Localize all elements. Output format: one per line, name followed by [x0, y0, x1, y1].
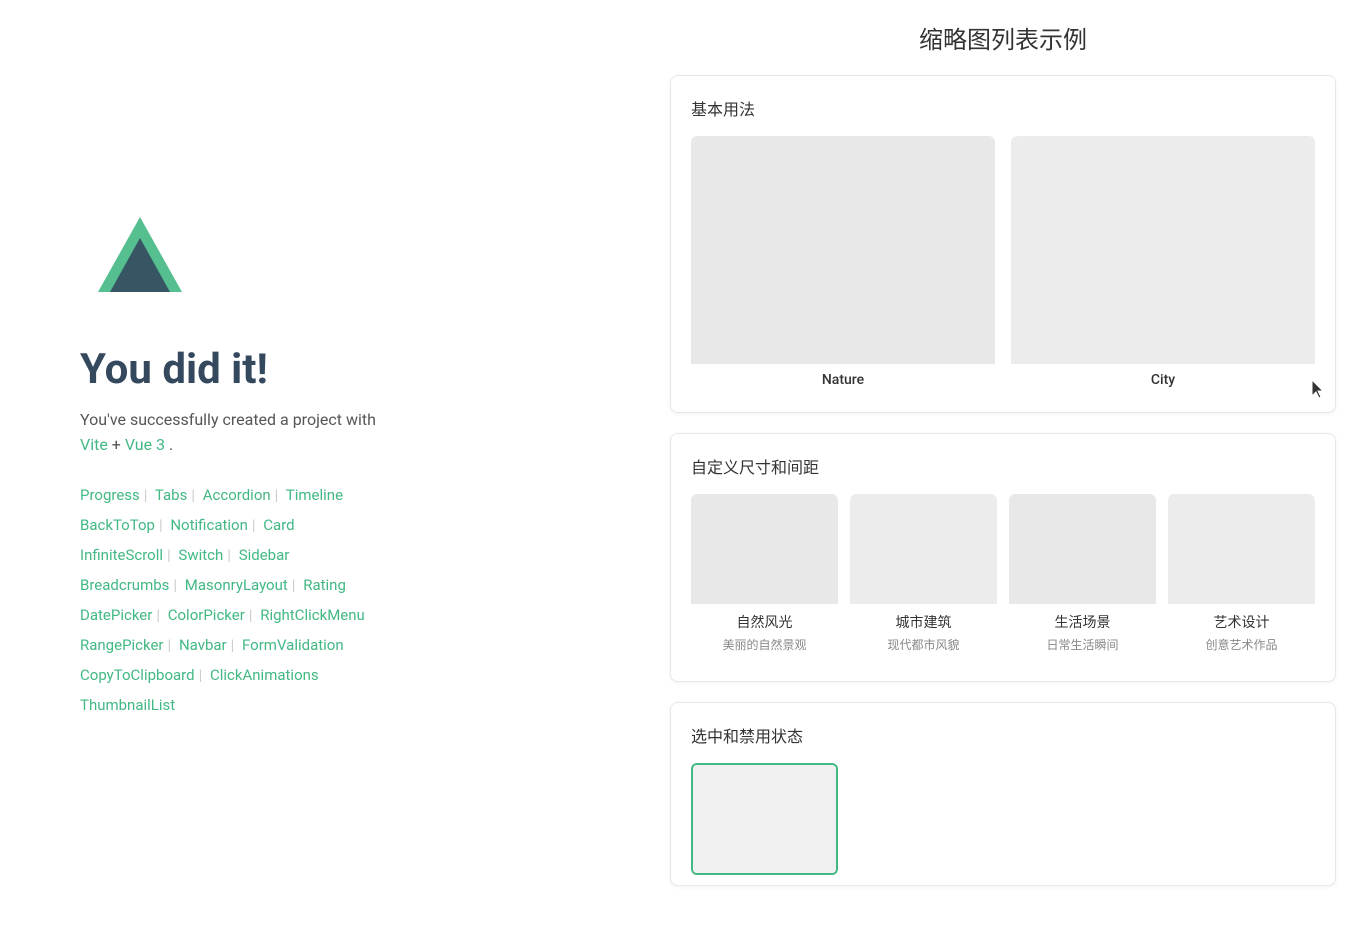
vue-link[interactable]: Vue 3	[125, 435, 165, 454]
thumb-nature-custom[interactable]: 自然风光 美丽的自然景观	[691, 494, 838, 661]
thumb-art-custom-image	[1168, 494, 1315, 604]
hero-links: Vite + Vue 3 .	[80, 435, 610, 454]
thumb-life-custom-image	[1009, 494, 1156, 604]
basic-grid: Nature City	[691, 136, 1315, 392]
nav-rangepicker[interactable]: RangePicker	[80, 636, 164, 654]
hero-subtitle: You've successfully created a project wi…	[80, 410, 610, 429]
section-custom: 自定义尺寸和间距 自然风光 美丽的自然景观 城市建筑 现代都市风貌 生活场景 日…	[670, 433, 1336, 682]
thumb-city-image	[1011, 136, 1315, 364]
vite-link[interactable]: Vite	[80, 435, 108, 454]
thumb-art-custom[interactable]: 艺术设计 创意艺术作品	[1168, 494, 1315, 661]
nav-thumbnaillist[interactable]: ThumbnailList	[80, 696, 175, 714]
section-basic-title: 基本用法	[691, 96, 1315, 120]
nav-rating[interactable]: Rating	[303, 576, 346, 594]
thumb-life-custom[interactable]: 生活场景 日常生活瞬间	[1009, 494, 1156, 661]
nav-navbar[interactable]: Navbar	[179, 636, 227, 654]
thumb-nature-image	[691, 136, 995, 364]
nav-copytoclipboard[interactable]: CopyToClipboard	[80, 666, 195, 684]
nav-colorpicker[interactable]: ColorPicker	[168, 606, 245, 624]
section-selected-title: 选中和禁用状态	[691, 723, 1315, 747]
nav-switch[interactable]: Switch	[178, 546, 223, 564]
section-custom-title: 自定义尺寸和间距	[691, 454, 1315, 478]
nav-formvalidation[interactable]: FormValidation	[242, 636, 344, 654]
nav-notification[interactable]: Notification	[170, 516, 248, 534]
thumb-nature[interactable]: Nature	[691, 136, 995, 392]
thumb-art-custom-label: 艺术设计	[1168, 604, 1315, 636]
thumb-city-custom-label: 城市建筑	[850, 604, 997, 636]
nav-timeline[interactable]: Timeline	[286, 486, 343, 504]
nav-progress[interactable]: Progress	[80, 486, 140, 504]
vue-logo	[80, 205, 200, 325]
page-container: You did it! You've successfully created …	[0, 0, 1366, 926]
thumb-city-custom[interactable]: 城市建筑 现代都市风貌	[850, 494, 997, 661]
nav-infinitescroll[interactable]: InfiniteScroll	[80, 546, 163, 564]
nav-card[interactable]: Card	[263, 516, 294, 534]
thumb-selected-1-image	[693, 765, 836, 872]
thumb-nature-custom-label: 自然风光	[691, 604, 838, 636]
thumb-life-custom-desc: 日常生活瞬间	[1009, 636, 1156, 661]
nav-rightclickmenu[interactable]: RightClickMenu	[260, 606, 365, 624]
nav-datepicker[interactable]: DatePicker	[80, 606, 152, 624]
nav-breadcrumbs[interactable]: Breadcrumbs	[80, 576, 169, 594]
thumb-city[interactable]: City	[1011, 136, 1315, 392]
thumb-nature-label: Nature	[691, 364, 995, 392]
custom-grid: 自然风光 美丽的自然景观 城市建筑 现代都市风貌 生活场景 日常生活瞬间 艺术设…	[691, 494, 1315, 661]
thumb-art-custom-desc: 创意艺术作品	[1168, 636, 1315, 661]
thumb-selected-1[interactable]	[691, 763, 838, 874]
thumb-city-custom-desc: 现代都市风貌	[850, 636, 997, 661]
thumb-life-custom-label: 生活场景	[1009, 604, 1156, 636]
nav-accordion[interactable]: Accordion	[203, 486, 271, 504]
nav-backtotop[interactable]: BackToTop	[80, 516, 155, 534]
section-selected: 选中和禁用状态	[670, 702, 1336, 885]
hero-title: You did it!	[80, 345, 610, 394]
left-panel: You did it! You've successfully created …	[0, 0, 650, 926]
nav-masonrylayout[interactable]: MasonryLayout	[185, 576, 288, 594]
page-title: 缩略图列表示例	[670, 20, 1336, 55]
nav-sidebar[interactable]: Sidebar	[239, 546, 290, 564]
thumb-nature-custom-desc: 美丽的自然景观	[691, 636, 838, 661]
nav-clickanimations[interactable]: ClickAnimations	[210, 666, 319, 684]
thumb-city-label: City	[1011, 364, 1315, 392]
right-panel: 缩略图列表示例 基本用法 Nature City 自定义尺寸和间距	[650, 0, 1366, 926]
thumb-nature-custom-image	[691, 494, 838, 604]
selected-grid	[691, 763, 1315, 874]
nav-tabs[interactable]: Tabs	[155, 486, 187, 504]
nav-links: Progress| Tabs| Accordion| Timeline Back…	[80, 480, 610, 720]
thumb-city-custom-image	[850, 494, 997, 604]
section-basic: 基本用法 Nature City	[670, 75, 1336, 413]
